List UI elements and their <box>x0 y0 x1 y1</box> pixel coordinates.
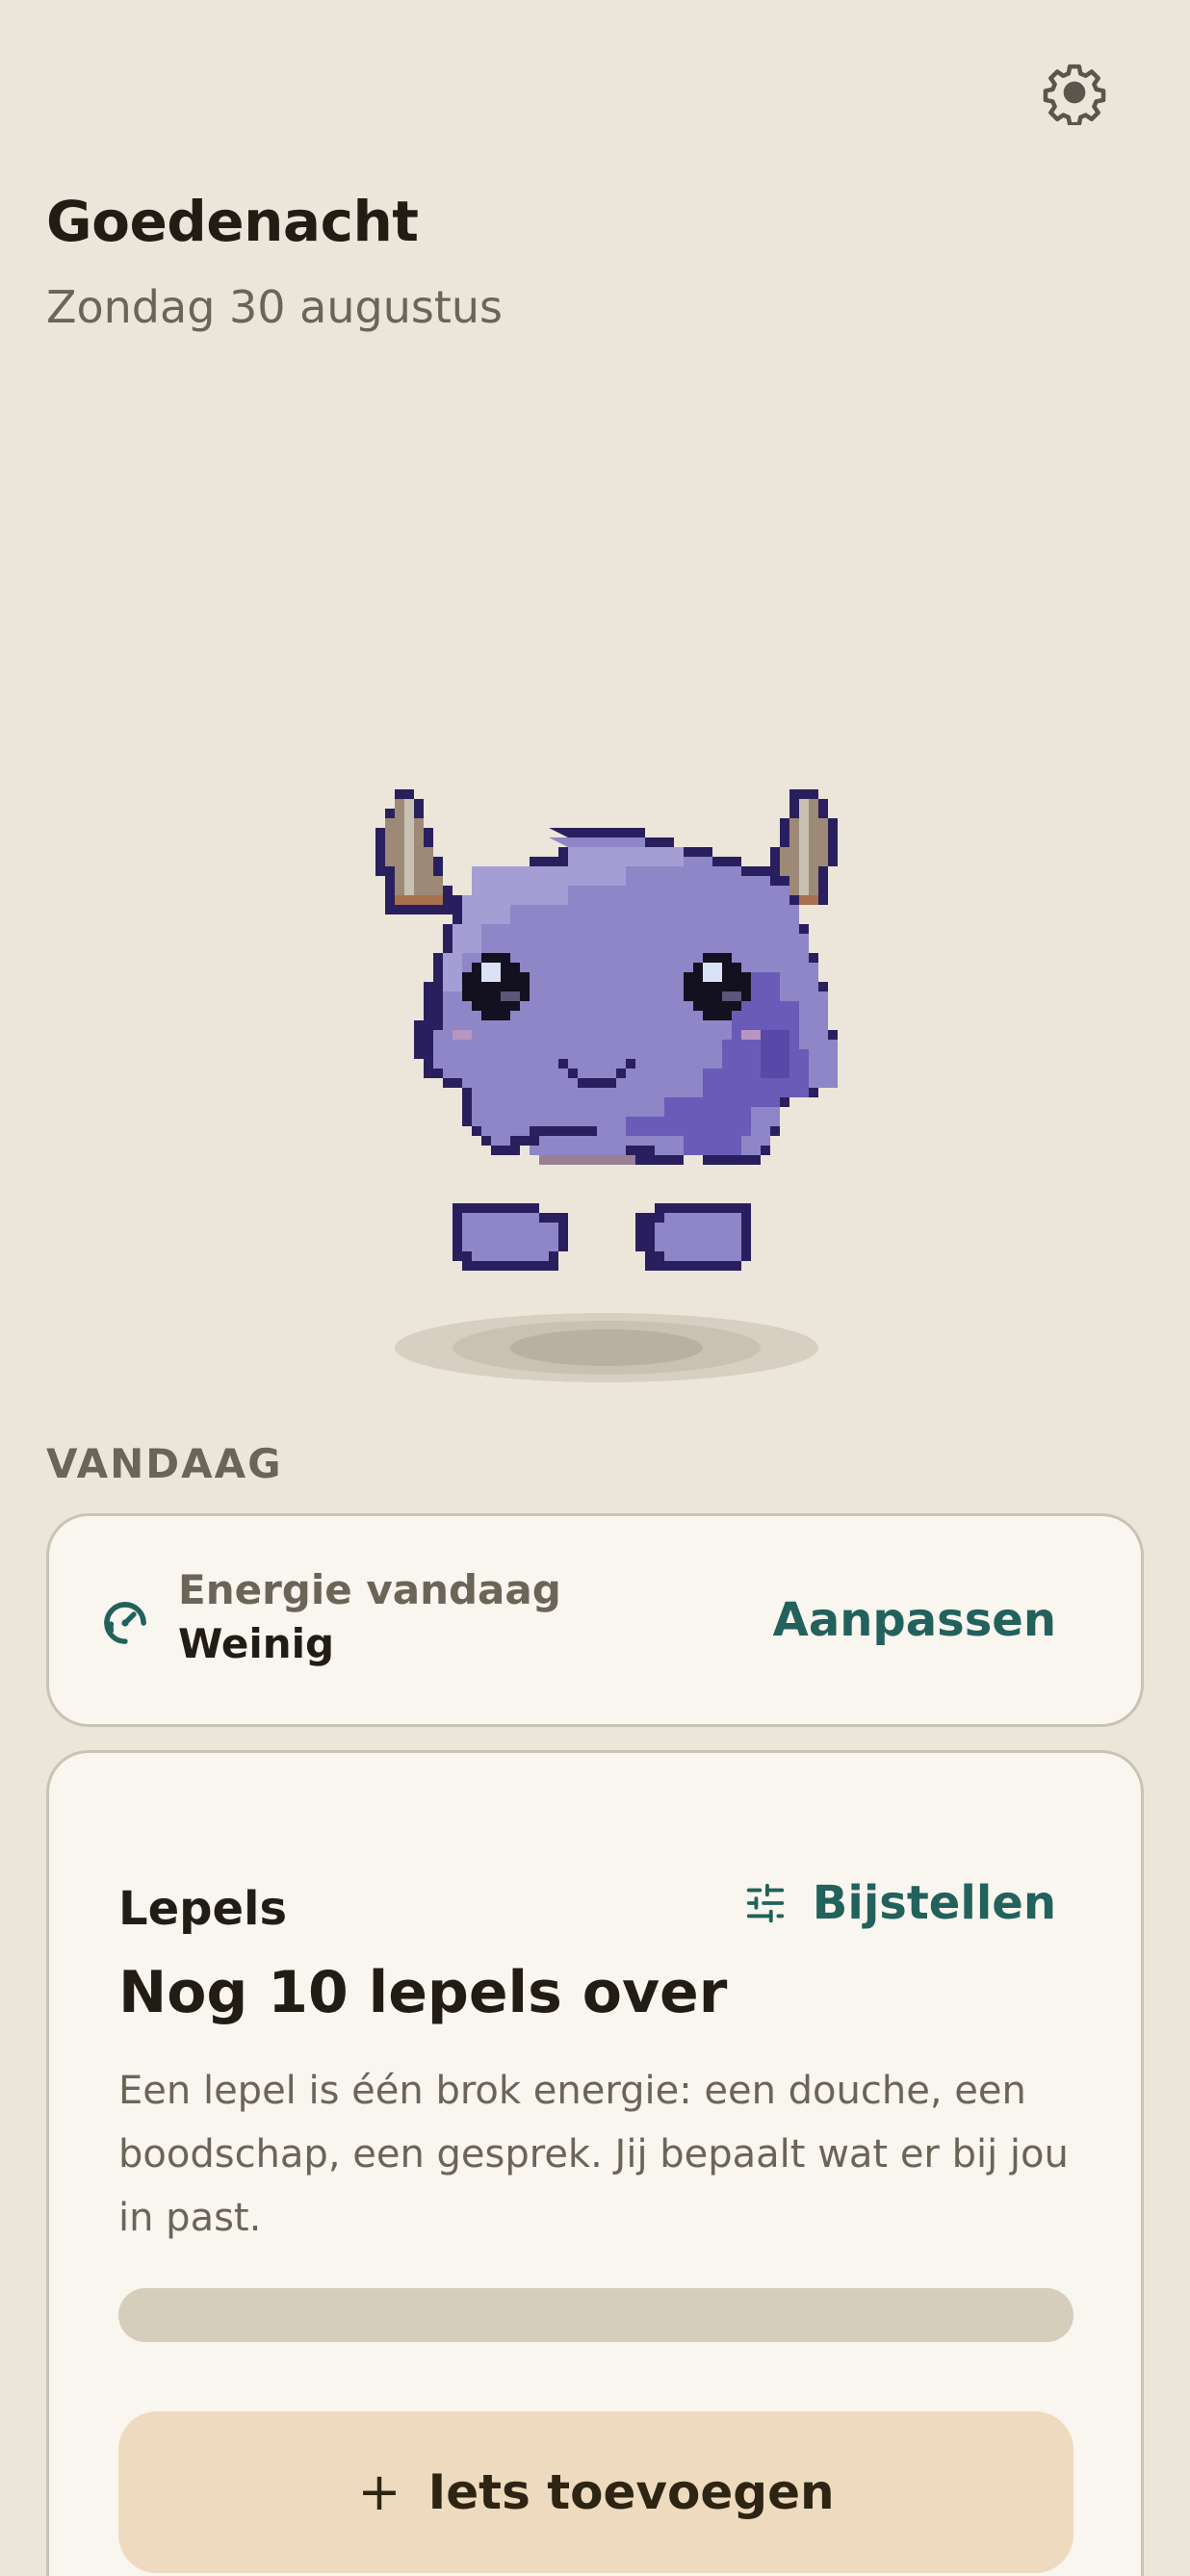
energy-value: Weinig <box>178 1620 335 1667</box>
spoons-progress-bar <box>118 2288 1074 2342</box>
spoons-title: Lepels <box>118 1882 288 1936</box>
section-label-today: VANDAAG <box>46 1440 283 1487</box>
spoons-card: Lepels Bijstellen Nog 10 lepels over Een… <box>46 1750 1144 2576</box>
pet-avatar[interactable] <box>337 760 876 1396</box>
greeting-title: Goedenacht <box>46 189 419 254</box>
energy-title: Energie vandaag <box>178 1566 561 1613</box>
home-screen: Goedenacht Zondag 30 augustus VANDAAG En… <box>0 0 1190 2576</box>
tune-spoons-label: Bijstellen <box>812 1876 1056 1930</box>
energy-card: Energie vandaag Weinig Aanpassen <box>46 1513 1144 1727</box>
gauge-icon <box>104 1602 146 1644</box>
spoons-description: Een lepel is één brok energie: een douch… <box>118 2069 1069 2240</box>
gear-icon <box>1043 64 1106 125</box>
add-item-button[interactable]: + Iets toevoegen <box>118 2411 1074 2573</box>
plus-icon: + <box>357 2461 401 2522</box>
tune-spoons-button[interactable]: Bijstellen <box>743 1876 1056 1930</box>
spoons-remaining: Nog 10 lepels over <box>118 1959 728 2026</box>
adjust-energy-button[interactable]: Aanpassen <box>773 1593 1056 1647</box>
sliders-icon <box>746 1883 784 1923</box>
date-subtitle: Zondag 30 augustus <box>46 281 503 333</box>
settings-button[interactable] <box>1036 54 1113 131</box>
add-item-label: Iets toevoegen <box>427 2464 835 2520</box>
